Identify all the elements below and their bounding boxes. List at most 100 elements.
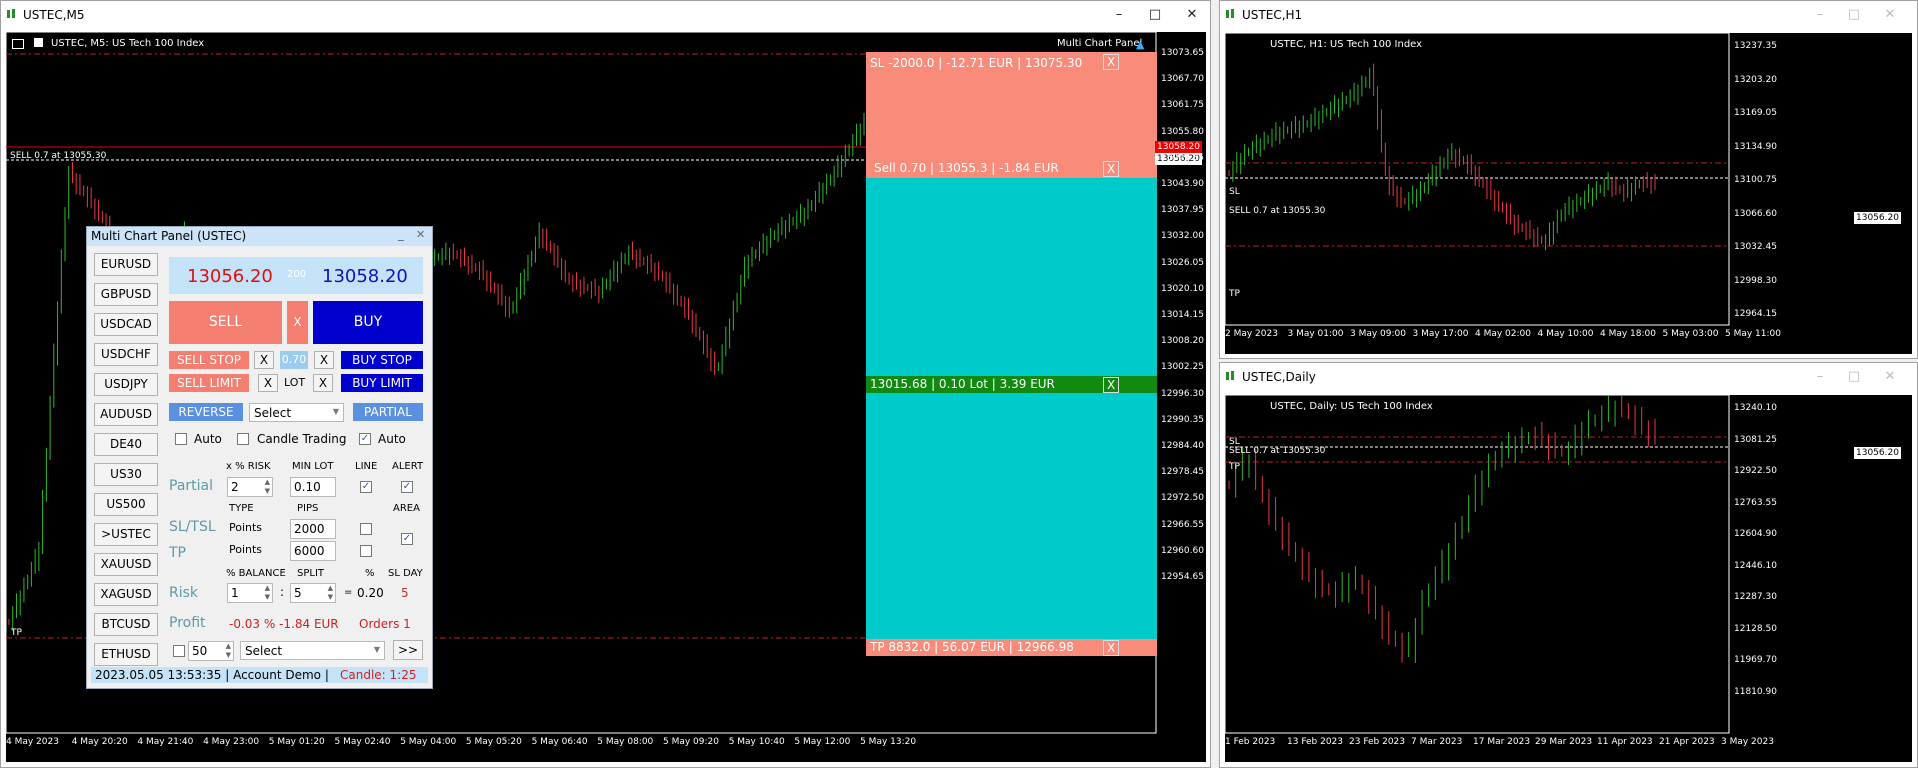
profit-label: Profit [169,615,206,631]
symbol-button[interactable]: EURUSD [94,253,158,276]
sell-position-close-button[interactable]: X [1103,161,1120,177]
panel-minimize-button[interactable]: _ [398,227,404,241]
daily-chart[interactable]: USTEC, Daily: US Tech 100 Index SL SELL … [1225,395,1912,762]
daily-chart-canvas [1225,395,1730,734]
symbol-button[interactable]: GBPUSD [94,283,158,306]
min-lot-input[interactable]: 0.10 [290,477,336,497]
symbol-button[interactable]: USDJPY [94,373,158,396]
sl-pips-input[interactable]: 2000 [290,519,336,539]
price-tick-label: 13043.90 [1161,179,1204,189]
panel-title: Multi Chart Panel (USTEC) [91,229,247,243]
spinner-arrows-icon: ▲ ▼ [327,584,333,601]
sell-limit-button[interactable]: SELL LIMIT [169,374,249,392]
ask-price: 13058.20 [322,266,408,287]
sell-button[interactable]: SELL [169,301,282,344]
maximize-button[interactable]: □ [1844,368,1864,386]
action-select[interactable]: Select ▼ [249,403,344,422]
lot-size-field[interactable]: 0.70 [280,351,308,369]
minimize-button[interactable]: – [1109,6,1129,24]
main-window-titlebar[interactable]: USTEC,M5 – □ ✕ [1,1,1210,29]
time-tick-label: 5 May 13:20 [860,737,917,747]
tp-order-close-button[interactable]: X [1103,640,1120,656]
balance-header: % BALANCE [226,568,286,579]
line-checkbox[interactable]: ✓ [360,481,372,493]
sell-stop-button[interactable]: SELL STOP [169,351,249,369]
time-tick-label: 5 May 06:40 [531,737,588,747]
candle-trading-checkbox[interactable] [237,433,249,445]
symbol-button[interactable]: BTCUSD [94,613,158,636]
buy-stop-cancel-button[interactable]: X [314,351,334,369]
candle-trading-label: Candle Trading [257,432,347,446]
symbol-button[interactable]: USDCAD [94,313,158,336]
price-tick-label: 13237.35 [1734,41,1777,51]
bid-price: 13056.20 [187,266,273,287]
partial-button[interactable]: PARTIAL [353,403,423,421]
symbol-button[interactable]: USDCHF [94,343,158,366]
sl-line-checkbox[interactable] [360,523,372,535]
chart-app-icon [1226,371,1234,380]
buy-stop-button[interactable]: BUY STOP [341,351,423,369]
sell-stop-cancel-button[interactable]: X [254,351,274,369]
close-button[interactable]: ✕ [1880,368,1900,386]
minimize-button[interactable]: – [1810,368,1830,386]
time-tick-label: 5 May 03:00 [1662,329,1719,339]
pending-order-close-button[interactable]: X [1103,377,1120,393]
time-tick-label: 2 May 2023 [1225,329,1278,339]
symbol-button[interactable]: >USTEC [94,523,158,546]
close-all-button[interactable]: X [287,301,308,344]
tp-pips-input[interactable]: 6000 [290,541,336,561]
symbol-button[interactable]: US30 [94,463,158,486]
spinner-arrows-icon: ▲ ▼ [264,478,270,495]
price-tick-label: 12998.30 [1734,275,1777,286]
tp-line-checkbox[interactable] [360,545,372,557]
close-button[interactable]: ✕ [1182,6,1202,24]
h1-chart-window: USTEC,H1 – □ ✕ USTEC, H1: US Tech 100 In… [1219,0,1918,359]
symbol-button[interactable]: DE40 [94,433,158,456]
multi-chart-panel-link[interactable]: Multi Chart Panel [1057,38,1142,49]
profit-value: -0.03 % -1.84 EUR [229,617,339,631]
h1-window-titlebar[interactable]: USTEC,H1 – □ ✕ [1220,1,1917,29]
split-input[interactable]: 5 ▲ ▼ [290,583,336,603]
tp-zone-box[interactable] [866,178,1157,651]
maximize-button[interactable]: □ [1844,6,1864,24]
buy-limit-cancel-button[interactable]: X [313,374,333,392]
minimize-button[interactable]: – [1810,6,1830,24]
auto-checkbox[interactable] [175,433,187,445]
price-tick-label: 13073.65 [1161,48,1204,58]
close-button[interactable]: ✕ [1880,6,1900,24]
buy-limit-button[interactable]: BUY LIMIT [341,374,423,392]
balance-percent-input[interactable]: 1 ▲ ▼ [227,583,273,603]
bottom-select[interactable]: Select ▼ [240,641,385,660]
panel-close-button[interactable]: ✕ [416,228,425,241]
symbol-button[interactable]: ETHUSD [94,643,158,666]
count-input[interactable]: 50 ▲ ▼ [188,641,234,661]
symbol-button[interactable]: AUDUSD [94,403,158,426]
symbol-button[interactable]: XAUUSD [94,553,158,576]
symbol-button[interactable]: XAGUSD [94,583,158,606]
panel-titlebar[interactable]: Multi Chart Panel (USTEC) _ ✕ [87,227,432,246]
risk-multiplier-input[interactable]: 2 ▲ ▼ [227,477,273,497]
percent-header: % [365,568,375,579]
time-tick-label: 4 May 10:00 [1537,329,1594,339]
next-button[interactable]: >> [393,640,423,660]
buy-button[interactable]: BUY [313,301,423,344]
time-tick-label: 5 May 09:20 [663,737,719,747]
sl-tsl-label: SL/TSL [169,519,216,535]
auto-2-checkbox[interactable]: ✓ [359,433,371,445]
daily-window-titlebar[interactable]: USTEC,Daily – □ ✕ [1220,363,1917,391]
sl-close-button[interactable]: X [1103,54,1120,70]
min-lot-header: MIN LOT [292,461,334,472]
chart-app-icon [7,9,15,18]
area-checkbox[interactable]: ✓ [401,533,413,545]
alert-checkbox[interactable]: ✓ [401,481,413,493]
time-tick-label: 5 May 08:00 [597,737,654,747]
alert-header: ALERT [392,461,424,472]
sell-line-label: SELL 0.7 at 13055.30 [1229,206,1326,216]
maximize-button[interactable]: □ [1145,6,1165,24]
sell-limit-cancel-button[interactable]: X [258,374,278,392]
reverse-button[interactable]: REVERSE [169,403,243,421]
bottom-checkbox[interactable] [173,645,185,657]
sl-line-label: SL [1229,187,1240,197]
symbol-button[interactable]: US500 [94,493,158,516]
h1-chart[interactable]: USTEC, H1: US Tech 100 Index SL SELL 0.7… [1225,33,1912,354]
